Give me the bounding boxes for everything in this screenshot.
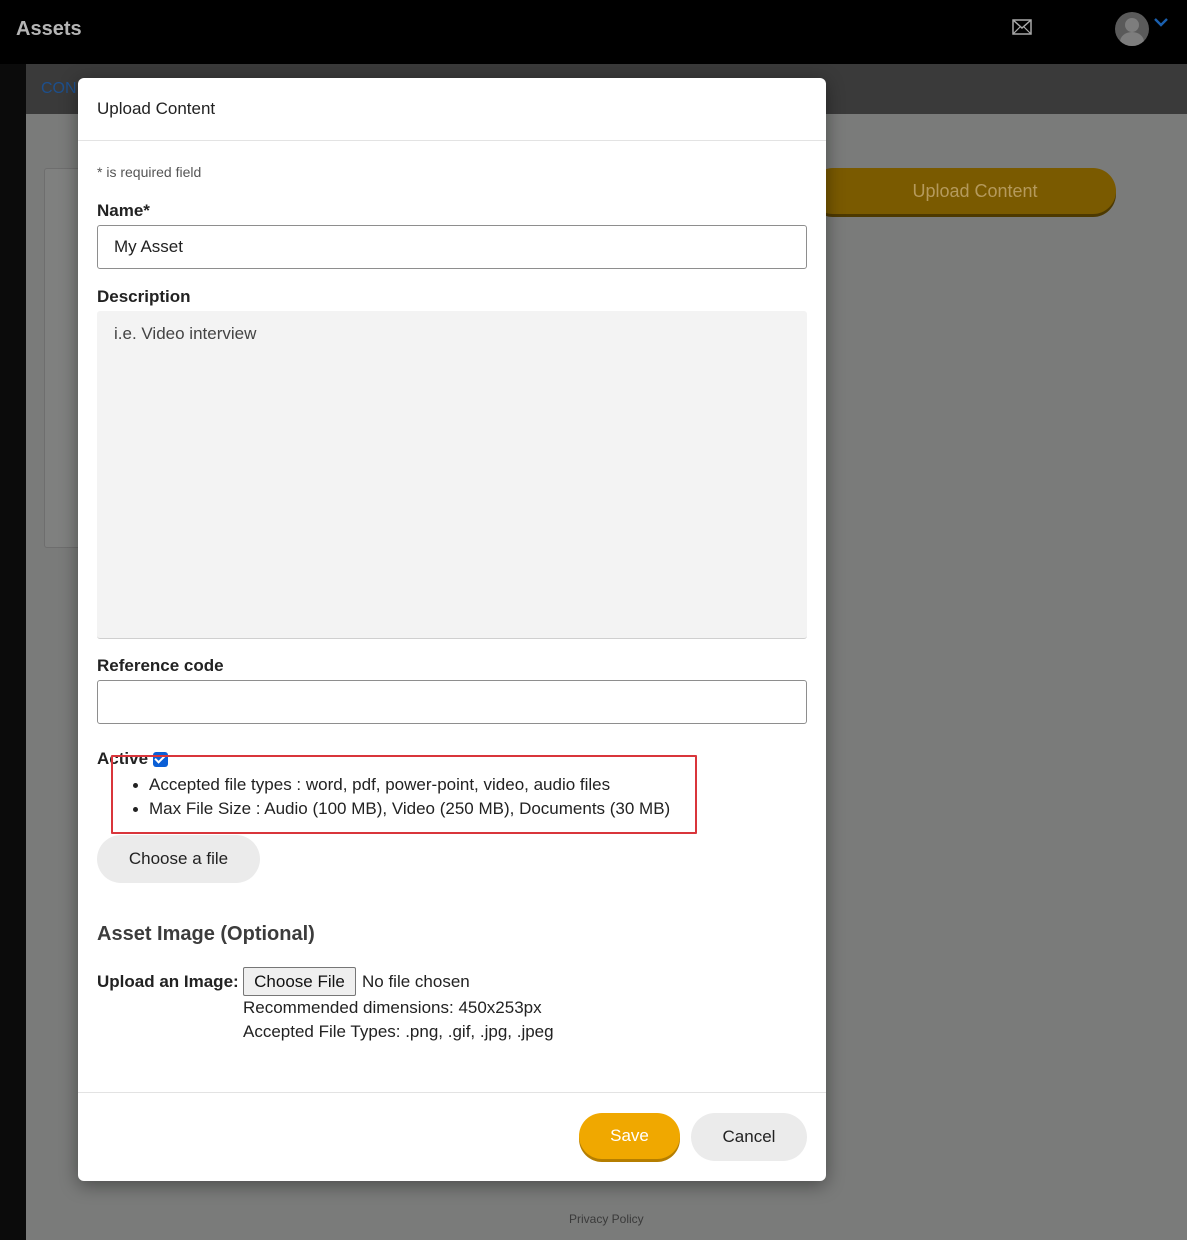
choose-a-file-button[interactable]: Choose a file	[97, 835, 260, 883]
background-upload-content-button[interactable]: Upload Content	[810, 168, 1116, 214]
reference-code-input[interactable]	[97, 680, 807, 724]
modal-header: Upload Content	[78, 78, 826, 141]
privacy-policy-link[interactable]: Privacy Policy	[569, 1212, 644, 1226]
accepted-types-item: Accepted file types : word, pdf, power-p…	[127, 773, 695, 797]
chevron-down-icon[interactable]	[1153, 16, 1169, 28]
required-field-note: * is required field	[97, 164, 202, 180]
save-button[interactable]: Save	[579, 1113, 680, 1159]
choose-file-button[interactable]: Choose File	[243, 967, 356, 996]
file-status: No file chosen	[362, 972, 470, 991]
file-requirements-list: Accepted file types : word, pdf, power-p…	[127, 773, 695, 821]
top-bar: Assets	[0, 0, 1187, 64]
description-textarea[interactable]	[97, 311, 807, 639]
avatar-icon[interactable]	[1115, 12, 1149, 46]
accepted-image-types-hint: Accepted File Types: .png, .gif, .jpg, .…	[243, 1022, 554, 1041]
max-size-item: Max File Size : Audio (100 MB), Video (2…	[127, 797, 695, 821]
cancel-button[interactable]: Cancel	[691, 1113, 807, 1161]
asset-image-title: Asset Image (Optional)	[97, 923, 315, 945]
mail-icon[interactable]	[1012, 19, 1032, 35]
modal-title: Upload Content	[97, 99, 216, 118]
tab-content[interactable]: CON	[41, 80, 77, 98]
file-requirements-box: Accepted file types : word, pdf, power-p…	[111, 755, 697, 834]
upload-content-modal: Upload Content * is required field Name*…	[78, 78, 826, 1181]
description-label: Description	[97, 287, 191, 306]
upload-image-label: Upload an Image:	[97, 972, 239, 991]
reference-code-label: Reference code	[97, 656, 224, 675]
modal-footer: Save Cancel	[78, 1092, 826, 1181]
left-rail	[0, 64, 26, 1240]
recommended-dimensions-hint: Recommended dimensions: 450x253px	[243, 998, 542, 1017]
name-label: Name*	[97, 201, 150, 220]
name-input[interactable]	[97, 225, 807, 269]
app-title: Assets	[16, 18, 82, 40]
